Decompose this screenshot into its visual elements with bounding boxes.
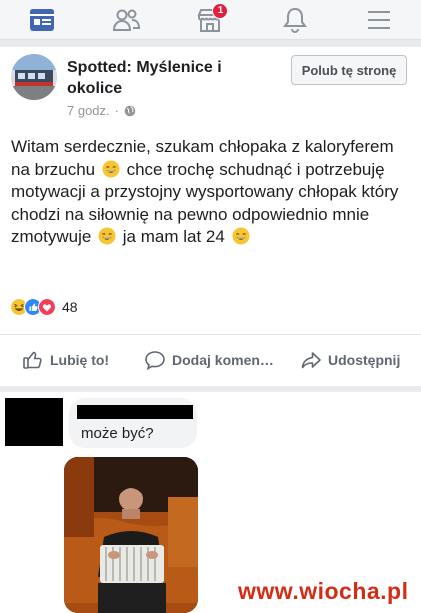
love-reaction-icon (38, 298, 56, 316)
like-button[interactable]: Lubię to! (22, 349, 109, 371)
grinning-face-emoji (102, 160, 120, 177)
top-navigation-bar: 1 (0, 0, 421, 40)
commenter-name-redacted[interactable] (77, 405, 193, 419)
comments-separator (0, 386, 421, 392)
page-name[interactable]: Spotted: Myślenice i okolice (67, 57, 277, 99)
comment-photo-image (64, 457, 198, 613)
nav-friends[interactable] (102, 2, 150, 38)
grinning-face-emoji (232, 227, 250, 245)
nav-marketplace[interactable]: 1 (186, 2, 234, 38)
like-button-label: Lubię to! (50, 352, 110, 368)
notifications-bell-icon (282, 7, 307, 33)
nav-news-feed[interactable] (18, 2, 66, 38)
watermark: www.wiocha.pl (238, 578, 409, 604)
comment-text: może być? (81, 425, 154, 442)
share-button-label: Udostępnij (328, 352, 401, 368)
nav-menu[interactable] (355, 2, 403, 38)
comment-bubble-icon (145, 351, 165, 371)
like-page-button[interactable]: Polub tę stronę (291, 55, 407, 85)
comment-photo[interactable] (64, 457, 198, 613)
thumbs-up-icon (23, 351, 42, 369)
post-actions-bar: Lubię to! Dodaj komen… Udostępnij (0, 345, 421, 375)
page-avatar-image (11, 54, 57, 100)
post-time[interactable]: 7 godz. (67, 103, 110, 118)
reactions-summary[interactable]: 48 (10, 298, 78, 316)
page-avatar[interactable] (11, 54, 57, 100)
globe-icon (124, 105, 136, 116)
menu-icon (367, 10, 390, 29)
reaction-count: 48 (62, 299, 78, 315)
notification-badge: 1 (212, 2, 229, 19)
comment-button-label: Dodaj komen… (172, 352, 274, 368)
post-meta: 7 godz. · (67, 103, 136, 118)
comment-button[interactable]: Dodaj komen… (144, 349, 274, 371)
share-arrow-icon (301, 352, 321, 369)
nav-notifications[interactable] (271, 2, 319, 38)
news-feed-icon (30, 8, 55, 31)
feed-separator (0, 40, 421, 47)
friends-icon (113, 9, 141, 31)
meta-dot: · (114, 103, 119, 118)
actions-divider (0, 334, 421, 335)
post-text: Witam serdecznie, szukam chłopaka z kalo… (11, 136, 411, 249)
post-text-segment: ja mam lat 24 (122, 227, 225, 246)
share-button[interactable]: Udostępnij (300, 349, 400, 371)
grinning-face-emoji (98, 227, 116, 245)
commenter-avatar-redacted[interactable] (5, 398, 63, 446)
